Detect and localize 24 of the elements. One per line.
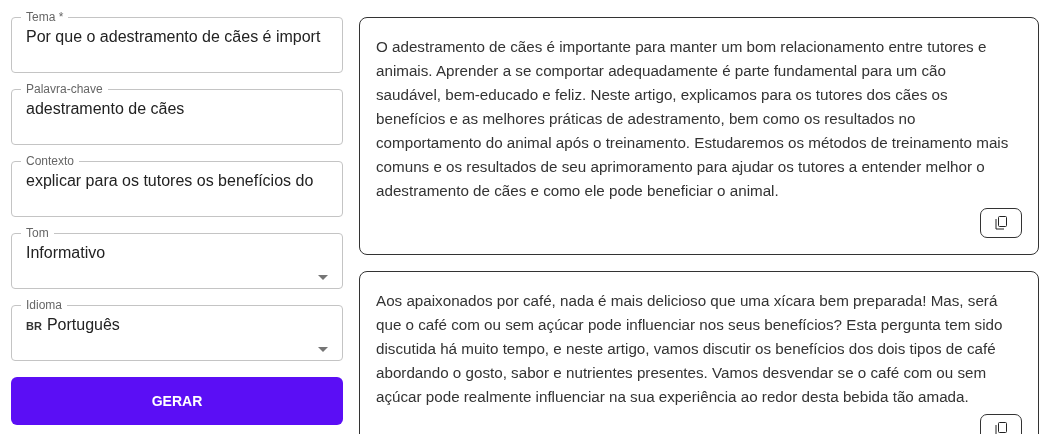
field-value: adestramento de cães [26,99,185,119]
copy-icon [995,216,1007,230]
field-value: Informativo [26,243,106,263]
field-label: Tema * [25,9,65,25]
input-field[interactable]: Palavra-chave adestramento de cães [11,81,343,145]
dropdown-caret-icon [318,275,328,280]
field-value: explicar para os tutores os benefícios do [26,171,314,191]
field-value: Por que o adestramento de cães é import [26,27,321,47]
field-value: Português [46,315,120,335]
copy-button[interactable] [980,208,1022,238]
select-field[interactable]: Idioma BR Português [11,297,343,361]
generate-button[interactable]: GERAR [11,377,343,425]
copy-icon [995,422,1007,434]
flag-code: BR [26,318,42,334]
article-text: O adestramento de cães é importante para manter um bom relacionamento entre tutores e animais. Aprender a se comportar adequadamente é parte fundamental para um cão saudável, bem-educado e feliz. Neste artigo, explicamos para os tutores dos cães os benefícios e as melhores práticas de adestramento, bem como os resultados no comportamento do animal após o treinamento. Estudaremos os métodos de treinamento mais comuns e os resultados de seu aprimoramento para ajudar os tutores a entender melhor o adestramento de cães e como ele pode beneficiar o animal. [376,37,1010,201]
field-label: Contexto [25,153,76,169]
select-field[interactable]: Tom Informativo [11,225,343,289]
field-label: Tom [25,225,50,241]
input-field[interactable]: Contexto explicar para os tutores os benefícios do [11,153,343,217]
input-field[interactable]: Tema * Por que o adestramento de cães é import [11,9,343,73]
dropdown-caret-icon [318,347,328,352]
field-label: Palavra-chave [25,81,104,97]
field-label: Idioma [25,297,64,313]
article-text: Aos apaixonados por café, nada é mais delicioso que uma xícara bem preparada! Mas, será que o café com ou sem açúcar pode influenciar nos seus benefícios? Esta pergunta tem sido discutida há muito tempo, e neste artigo, vamos discutir os benefícios dos dois tipos de café abordando o gosto, sabor e nutrientes presentes. Vamos desvendar se o café com ou sem açúcar pode realmente influenciar na sua experiência ao redor desta bebida tão amada. [376,291,1004,407]
